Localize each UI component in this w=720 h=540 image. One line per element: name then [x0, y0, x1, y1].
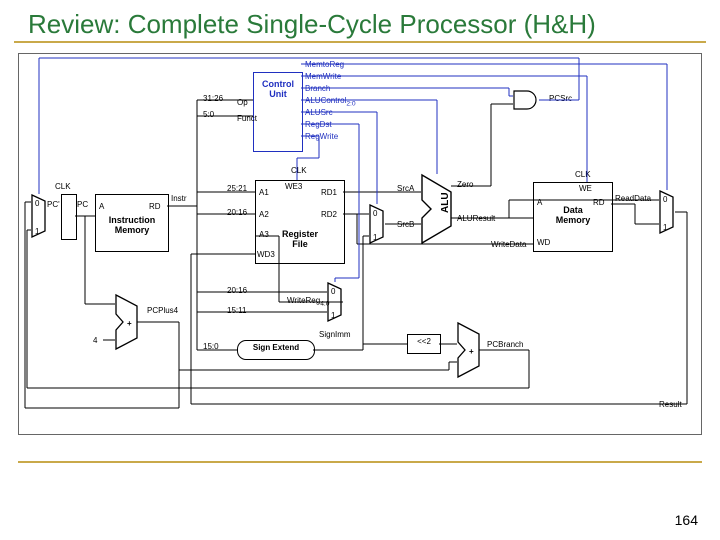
footer-rule	[18, 461, 702, 463]
page-number: 164	[675, 512, 698, 528]
diagram-canvas: ControlUnit Op Funct 31:26 5:0 MemtoReg …	[18, 53, 702, 435]
slide-title: Review: Complete Single-Cycle Processor …	[14, 0, 706, 43]
wires	[19, 54, 703, 434]
